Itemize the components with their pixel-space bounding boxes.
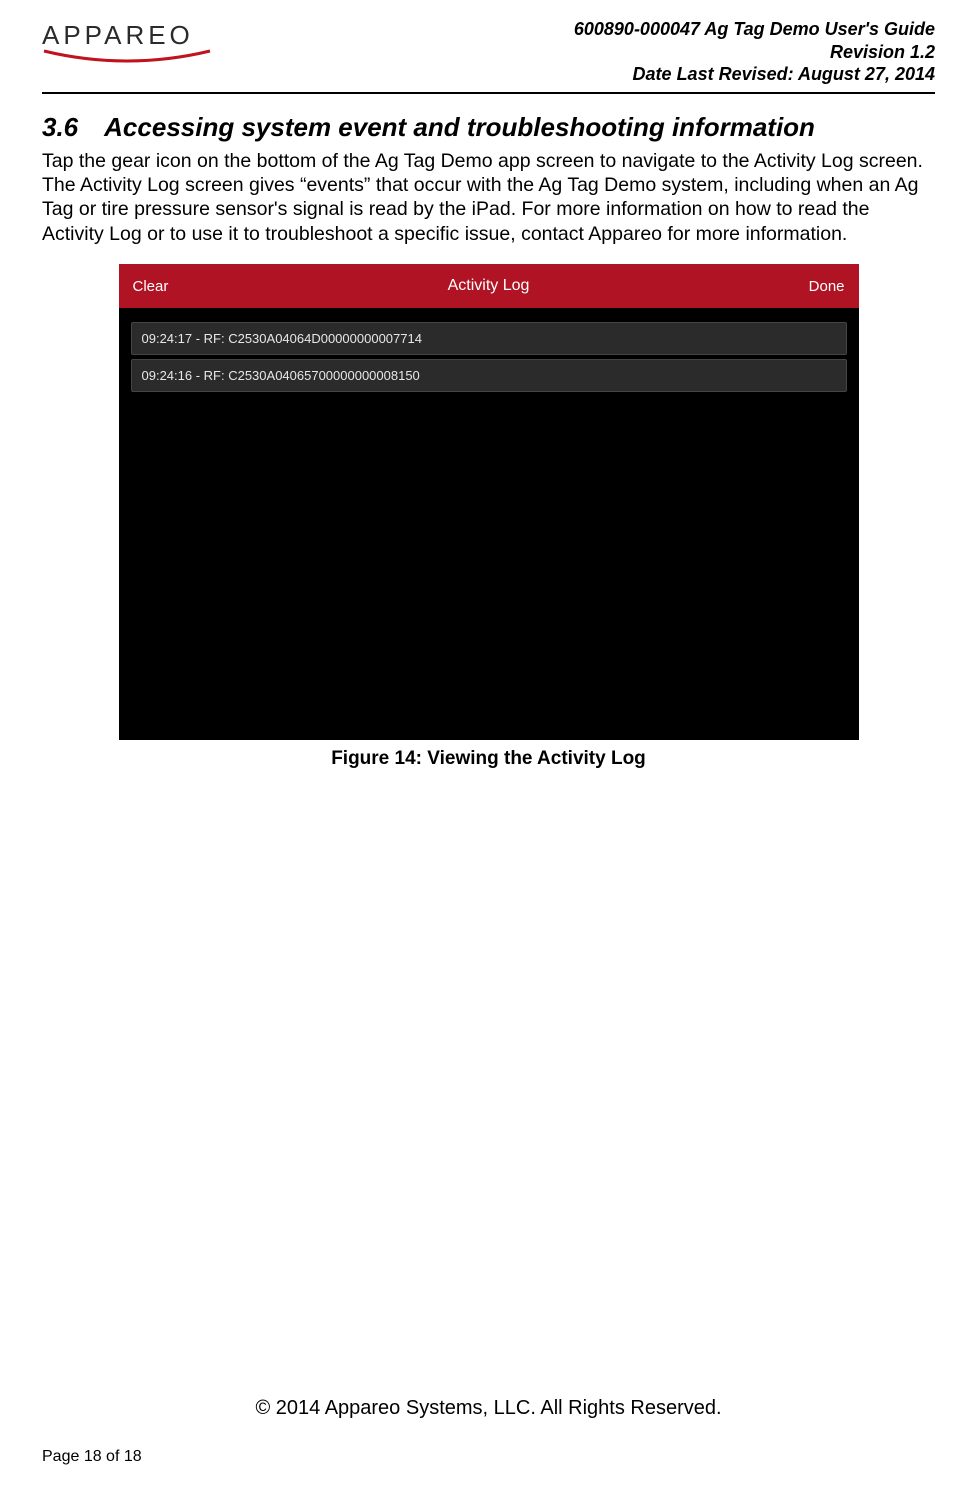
app-nav-bar: Clear Activity Log Done <box>119 264 859 308</box>
section-heading: 3.6 Accessing system event and troublesho… <box>42 112 935 143</box>
clear-button[interactable]: Clear <box>133 278 169 295</box>
doc-revision: Revision 1.2 <box>574 41 935 64</box>
page-number: Page 18 of 18 <box>42 1448 935 1466</box>
logo: APPAREO <box>42 20 212 63</box>
section-title: Accessing system event and troubleshooti… <box>104 112 815 142</box>
page-header: APPAREO 600890-000047 Ag Tag Demo User's… <box>42 18 935 94</box>
activity-log-body: 09:24:17 - RF: C2530A04064D0000000000771… <box>119 308 859 738</box>
copyright: © 2014 Appareo Systems, LLC. All Rights … <box>42 1397 935 1420</box>
log-row: 09:24:16 - RF: C2530A0406570000000000815… <box>131 359 847 392</box>
section-number: 3.6 <box>42 112 78 142</box>
doc-date: Date Last Revised: August 27, 2014 <box>574 63 935 86</box>
section-paragraph: Tap the gear icon on the bottom of the A… <box>42 149 935 247</box>
figure-caption: Figure 14: Viewing the Activity Log <box>331 748 646 770</box>
app-title: Activity Log <box>168 277 808 295</box>
logo-text: APPAREO <box>42 20 194 51</box>
page-container: APPAREO 600890-000047 Ag Tag Demo User's… <box>0 0 977 1496</box>
logo-arc-icon <box>42 49 212 63</box>
done-button[interactable]: Done <box>809 278 845 295</box>
app-screenshot: Clear Activity Log Done 09:24:17 - RF: C… <box>119 264 859 740</box>
log-row: 09:24:17 - RF: C2530A04064D0000000000771… <box>131 322 847 355</box>
doc-title: 600890-000047 Ag Tag Demo User's Guide <box>574 18 935 41</box>
doc-meta: 600890-000047 Ag Tag Demo User's Guide R… <box>574 18 935 86</box>
page-footer: © 2014 Appareo Systems, LLC. All Rights … <box>42 1397 935 1466</box>
figure-wrap: Clear Activity Log Done 09:24:17 - RF: C… <box>42 264 935 770</box>
